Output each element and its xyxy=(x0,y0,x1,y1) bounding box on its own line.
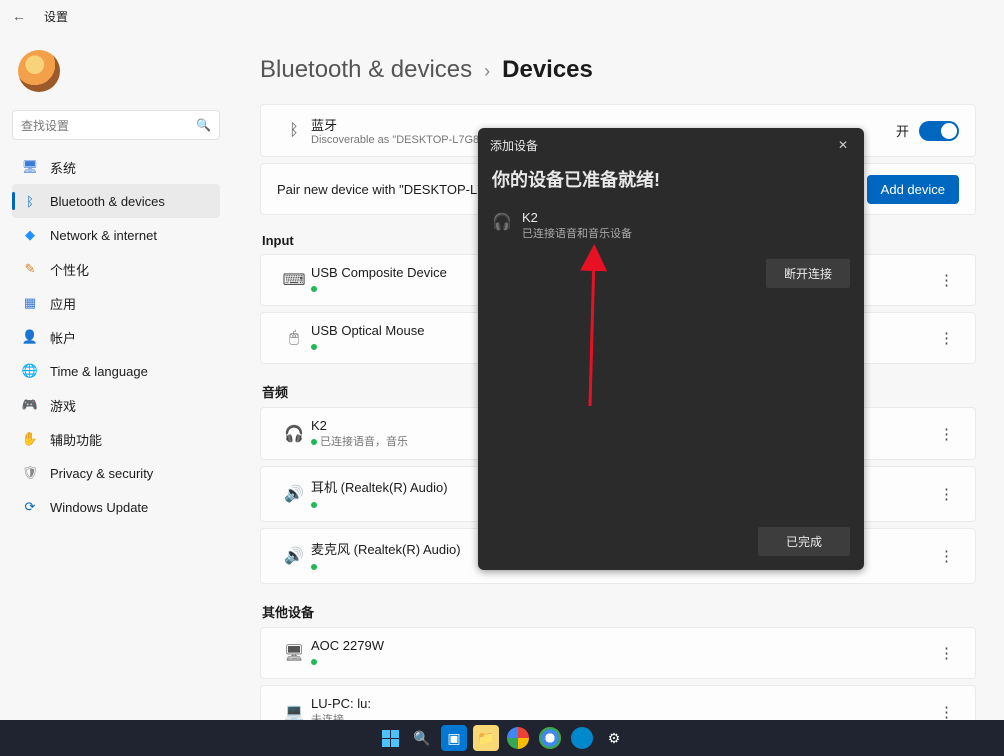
titlebar-label: 设置 xyxy=(44,8,68,25)
device-card[interactable]: 🖥AOC 2279W⋮ xyxy=(260,627,976,679)
nav-icon: 🎮 xyxy=(22,397,38,413)
sidebar-item-label: 帐户 xyxy=(50,328,76,347)
sidebar-item-6[interactable]: 🌐 Time & language xyxy=(12,354,220,388)
status-dot xyxy=(311,502,317,508)
more-icon[interactable]: ⋮ xyxy=(935,485,959,503)
more-icon[interactable]: ⋮ xyxy=(935,547,959,565)
file-explorer-icon[interactable]: 📁 xyxy=(473,725,499,751)
disconnect-button[interactable]: 断开连接 xyxy=(766,259,850,288)
bluetooth-toggle[interactable] xyxy=(919,121,959,141)
more-icon[interactable]: ⋮ xyxy=(935,703,959,721)
sidebar-item-label: Bluetooth & devices xyxy=(50,194,165,209)
nav-icon: ✎ xyxy=(22,261,38,277)
search-icon: 🔍 xyxy=(196,118,211,132)
sidebar-item-label: 游戏 xyxy=(50,396,76,415)
nav-icon: ⟳ xyxy=(22,499,38,515)
taskbar-search-icon[interactable]: 🔍 xyxy=(409,725,435,751)
search-input[interactable]: 查找设置 🔍 xyxy=(12,110,220,140)
device-icon: 💻 xyxy=(277,702,311,721)
more-icon[interactable]: ⋮ xyxy=(935,271,959,289)
device-sub: 未连接 xyxy=(311,711,935,720)
close-icon[interactable]: ✕ xyxy=(832,134,854,156)
modal-header-label: 添加设备 xyxy=(490,137,538,154)
nav-icon: ◆ xyxy=(22,227,38,243)
add-device-modal: 添加设备 ✕ 你的设备已准备就绪! 🎧 K2 已连接语音和音乐设备 断开连接 已… xyxy=(478,128,864,570)
taskbar: 🔍 ▣ 📁 ⚙ xyxy=(0,720,1004,756)
sidebar-item-label: Time & language xyxy=(50,364,148,379)
toggle-label: 开 xyxy=(896,121,909,140)
done-button[interactable]: 已完成 xyxy=(758,527,850,556)
avatar[interactable] xyxy=(18,50,60,92)
taskbar-settings-icon[interactable]: ⚙ xyxy=(601,725,627,751)
breadcrumb-current: Devices xyxy=(502,56,593,84)
section-heading-other: 其他设备 xyxy=(262,602,976,621)
taskbar-app-3[interactable] xyxy=(569,725,595,751)
nav-icon: 👤 xyxy=(22,329,38,345)
sidebar-item-label: 个性化 xyxy=(50,260,89,279)
device-icon: 🔊 xyxy=(277,484,311,504)
modal-device-row: 🎧 K2 已连接语音和音乐设备 xyxy=(478,210,864,241)
device-title: LU-PC: lu: xyxy=(311,696,935,711)
add-device-button[interactable]: Add device xyxy=(867,175,959,204)
sidebar: 查找设置 🔍 🖥 系统 ᛒ Bluetooth & devices ◆ Network &… xyxy=(0,32,232,720)
modal-title: 你的设备已准备就绪! xyxy=(478,160,864,210)
sidebar-item-0[interactable]: 🖥 系统 xyxy=(12,150,220,184)
sidebar-item-label: Network & internet xyxy=(50,228,157,243)
status-dot xyxy=(311,286,317,292)
search-placeholder: 查找设置 xyxy=(21,117,69,134)
more-icon[interactable]: ⋮ xyxy=(935,425,959,443)
nav-icon: 🖥 xyxy=(22,159,38,175)
sidebar-item-1[interactable]: ᛒ Bluetooth & devices xyxy=(12,184,220,218)
device-icon: 🖱 xyxy=(277,329,311,347)
status-dot xyxy=(311,659,317,665)
titlebar: ← 设置 xyxy=(0,0,1004,32)
modal-device-name: K2 xyxy=(522,210,632,225)
sidebar-item-label: Windows Update xyxy=(50,500,148,515)
sidebar-item-9[interactable]: 🛡 Privacy & security xyxy=(12,456,220,490)
device-icon: ⌨ xyxy=(277,270,311,290)
sidebar-item-3[interactable]: ✎ 个性化 xyxy=(12,252,220,286)
device-icon: 🎧 xyxy=(277,424,311,444)
headset-icon: 🎧 xyxy=(492,210,512,241)
sidebar-item-label: 应用 xyxy=(50,294,76,313)
sidebar-item-5[interactable]: 👤 帐户 xyxy=(12,320,220,354)
task-view-icon[interactable]: ▣ xyxy=(441,725,467,751)
status-dot xyxy=(311,564,317,570)
taskbar-app-2[interactable] xyxy=(537,725,563,751)
chevron-right-icon: › xyxy=(484,61,490,82)
sidebar-item-4[interactable]: ▦ 应用 xyxy=(12,286,220,320)
sidebar-item-7[interactable]: 🎮 游戏 xyxy=(12,388,220,422)
device-card[interactable]: 💻LU-PC: lu:未连接⋮ xyxy=(260,685,976,720)
more-icon[interactable]: ⋮ xyxy=(935,644,959,662)
bluetooth-icon: ᛒ xyxy=(277,122,311,140)
sidebar-item-label: Privacy & security xyxy=(50,466,153,481)
more-icon[interactable]: ⋮ xyxy=(935,329,959,347)
settings-window: ← 设置 查找设置 🔍 🖥 系统 ᛒ Bluetooth & devices ◆ Netw… xyxy=(0,0,1004,720)
device-icon: 🖥 xyxy=(277,643,311,663)
device-icon: 🔊 xyxy=(277,546,311,566)
modal-device-sub: 已连接语音和音乐设备 xyxy=(522,225,632,241)
nav-icon: ᛒ xyxy=(22,194,38,209)
sidebar-item-10[interactable]: ⟳ Windows Update xyxy=(12,490,220,524)
back-icon[interactable]: ← xyxy=(12,8,26,24)
breadcrumb-parent[interactable]: Bluetooth & devices xyxy=(260,56,472,84)
status-dot xyxy=(311,344,317,350)
nav-icon: ▦ xyxy=(22,295,38,311)
taskbar-app-1[interactable] xyxy=(505,725,531,751)
device-title: AOC 2279W xyxy=(311,638,935,653)
sidebar-item-8[interactable]: ✋ 辅助功能 xyxy=(12,422,220,456)
nav-icon: 🛡 xyxy=(22,465,38,481)
sidebar-item-2[interactable]: ◆ Network & internet xyxy=(12,218,220,252)
nav-icon: ✋ xyxy=(22,431,38,447)
sidebar-item-label: 系统 xyxy=(50,158,76,177)
nav-icon: 🌐 xyxy=(22,363,38,379)
breadcrumb: Bluetooth & devices › Devices xyxy=(260,56,976,84)
sidebar-item-label: 辅助功能 xyxy=(50,430,102,449)
start-button[interactable] xyxy=(377,725,403,751)
